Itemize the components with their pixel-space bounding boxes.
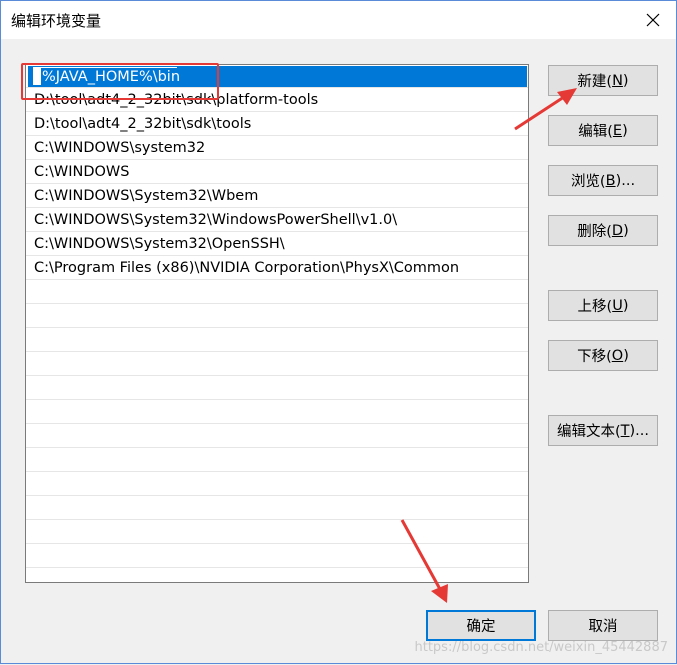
delete-button[interactable]: 删除(D) xyxy=(548,215,658,246)
list-item-text: C:\WINDOWS\System32\OpenSSH\ xyxy=(34,236,285,252)
annotation-highlight-box xyxy=(21,63,219,100)
list-item[interactable]: C:\WINDOWS\System32\OpenSSH\ xyxy=(26,233,528,256)
list-item-text: C:\WINDOWS\System32\WindowsPowerShell\v1… xyxy=(34,212,398,228)
list-item[interactable]: C:\WINDOWS xyxy=(26,161,528,184)
cancel-button[interactable]: 取消 xyxy=(548,610,658,641)
list-item-text: C:\WINDOWS xyxy=(34,164,130,180)
new-button[interactable]: 新建(N) xyxy=(548,65,658,96)
move-up-button[interactable]: 上移(U) xyxy=(548,290,658,321)
empty-list-row[interactable] xyxy=(26,521,528,544)
empty-list-row[interactable] xyxy=(26,449,528,472)
empty-list-row[interactable] xyxy=(26,545,528,568)
empty-list-row[interactable] xyxy=(26,425,528,448)
browse-button[interactable]: 浏览(B)... xyxy=(548,165,658,196)
list-item-text: C:\Program Files (x86)\NVIDIA Corporatio… xyxy=(34,260,460,276)
empty-list-row[interactable] xyxy=(26,377,528,400)
edit-button[interactable]: 编辑(E) xyxy=(548,115,658,146)
empty-list-row[interactable] xyxy=(26,281,528,304)
move-down-button[interactable]: 下移(O) xyxy=(548,340,658,371)
list-item[interactable]: D:\tool\adt4_2_32bit\sdk\tools xyxy=(26,113,528,136)
empty-list-row[interactable] xyxy=(26,497,528,520)
empty-list-row[interactable] xyxy=(26,473,528,496)
empty-list-row[interactable] xyxy=(26,569,528,582)
empty-list-row[interactable] xyxy=(26,353,528,376)
ok-button[interactable]: 确定 xyxy=(426,610,536,641)
edit-env-var-dialog: 编辑环境变量 %JAVA_HOME%\bin D:\tool\adt4_2_32b… xyxy=(0,0,677,664)
empty-list-row[interactable] xyxy=(26,401,528,424)
title-bar: 编辑环境变量 xyxy=(1,1,676,39)
path-list[interactable]: %JAVA_HOME%\bin D:\tool\adt4_2_32bit\sdk\… xyxy=(25,64,529,583)
list-item[interactable]: C:\WINDOWS\System32\WindowsPowerShell\v1… xyxy=(26,209,528,232)
watermark: https://blog.csdn.net/weixin_45442887 xyxy=(414,640,668,655)
empty-list-row[interactable] xyxy=(26,305,528,328)
close-icon xyxy=(646,13,660,27)
list-item-text: D:\tool\adt4_2_32bit\sdk\tools xyxy=(34,116,252,132)
list-item-text: C:\WINDOWS\system32 xyxy=(34,140,206,156)
list-item[interactable]: C:\WINDOWS\system32 xyxy=(26,137,528,160)
list-item[interactable]: C:\WINDOWS\System32\Wbem xyxy=(26,185,528,208)
close-button[interactable] xyxy=(630,1,676,39)
empty-list-row[interactable] xyxy=(26,329,528,352)
list-item[interactable]: C:\Program Files (x86)\NVIDIA Corporatio… xyxy=(26,257,528,280)
edit-text-button[interactable]: 编辑文本(T)... xyxy=(548,415,658,446)
window-title: 编辑环境变量 xyxy=(11,12,102,30)
list-item-text: C:\WINDOWS\System32\Wbem xyxy=(34,188,259,204)
